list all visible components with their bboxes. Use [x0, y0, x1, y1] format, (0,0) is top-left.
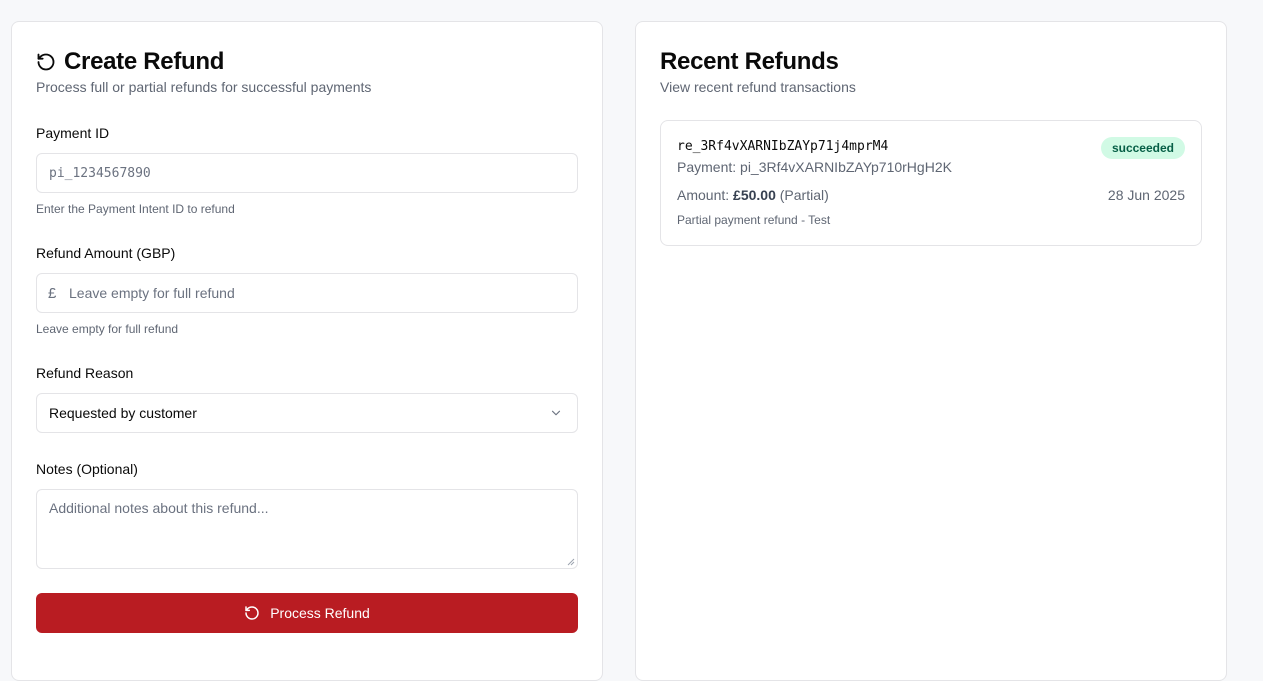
refund-amount-input[interactable]: £ Leave empty for full refund: [36, 273, 578, 313]
refund-date: 28 Jun 2025: [1107, 187, 1185, 203]
notes-label: Notes (Optional): [36, 461, 138, 477]
refund-amount: Amount: £50.00 (Partial): [677, 187, 829, 203]
refund-payment-id: Payment: pi_3Rf4vXARNIbZAYp710rHgH2K: [677, 159, 952, 175]
status-badge: succeeded: [1100, 137, 1185, 159]
pound-currency-icon: £: [48, 284, 57, 302]
refund-note: Partial payment refund - Test: [677, 213, 831, 227]
notes-textarea[interactable]: Additional notes about this refund...: [36, 489, 578, 569]
refund-amount-prefix: Amount:: [677, 187, 730, 203]
notes-placeholder: Additional notes about this refund...: [49, 500, 269, 516]
create-refund-description: Process full or partial refunds for succ…: [36, 79, 372, 95]
refund-amount-value: £50.00: [733, 187, 776, 203]
create-refund-title-text: Create Refund: [64, 48, 225, 75]
refund-rotate-icon: [245, 606, 259, 620]
process-refund-button[interactable]: Process Refund: [36, 593, 578, 633]
refund-amount-hint: Leave empty for full refund: [36, 322, 179, 336]
process-refund-label: Process Refund: [270, 605, 370, 621]
refund-reason-label: Refund Reason: [36, 365, 134, 381]
refund-reason-select[interactable]: Requested by customer: [36, 393, 578, 433]
refund-list-item[interactable]: re_3Rf4vXARNIbZAYp71j4mprM4 succeeded Pa…: [660, 120, 1202, 246]
refund-amount-type: (Partial): [779, 187, 829, 203]
chevron-down-icon: [551, 410, 561, 416]
create-refund-title: Create Refund: [36, 48, 224, 76]
recent-refunds-title: Recent Refunds: [660, 48, 839, 75]
refund-rotate-icon: [37, 53, 55, 71]
payment-id-input[interactable]: pi_1234567890: [36, 153, 578, 193]
refund-amount-label: Refund Amount (GBP): [36, 245, 176, 261]
payment-id-hint: Enter the Payment Intent ID to refund: [36, 202, 235, 216]
refund-reason-selected: Requested by customer: [49, 405, 197, 421]
recent-refunds-description: View recent refund transactions: [660, 79, 856, 95]
payment-id-placeholder: pi_1234567890: [49, 165, 151, 181]
refund-id: re_3Rf4vXARNIbZAYp71j4mprM4: [677, 139, 889, 154]
recent-refunds-card: Recent Refunds View recent refund transa…: [635, 21, 1227, 681]
payment-id-label: Payment ID: [36, 125, 110, 141]
refund-amount-placeholder: Leave empty for full refund: [69, 285, 235, 301]
create-refund-card: Create Refund Process full or partial re…: [11, 21, 603, 681]
resize-grip-icon[interactable]: [567, 558, 575, 566]
